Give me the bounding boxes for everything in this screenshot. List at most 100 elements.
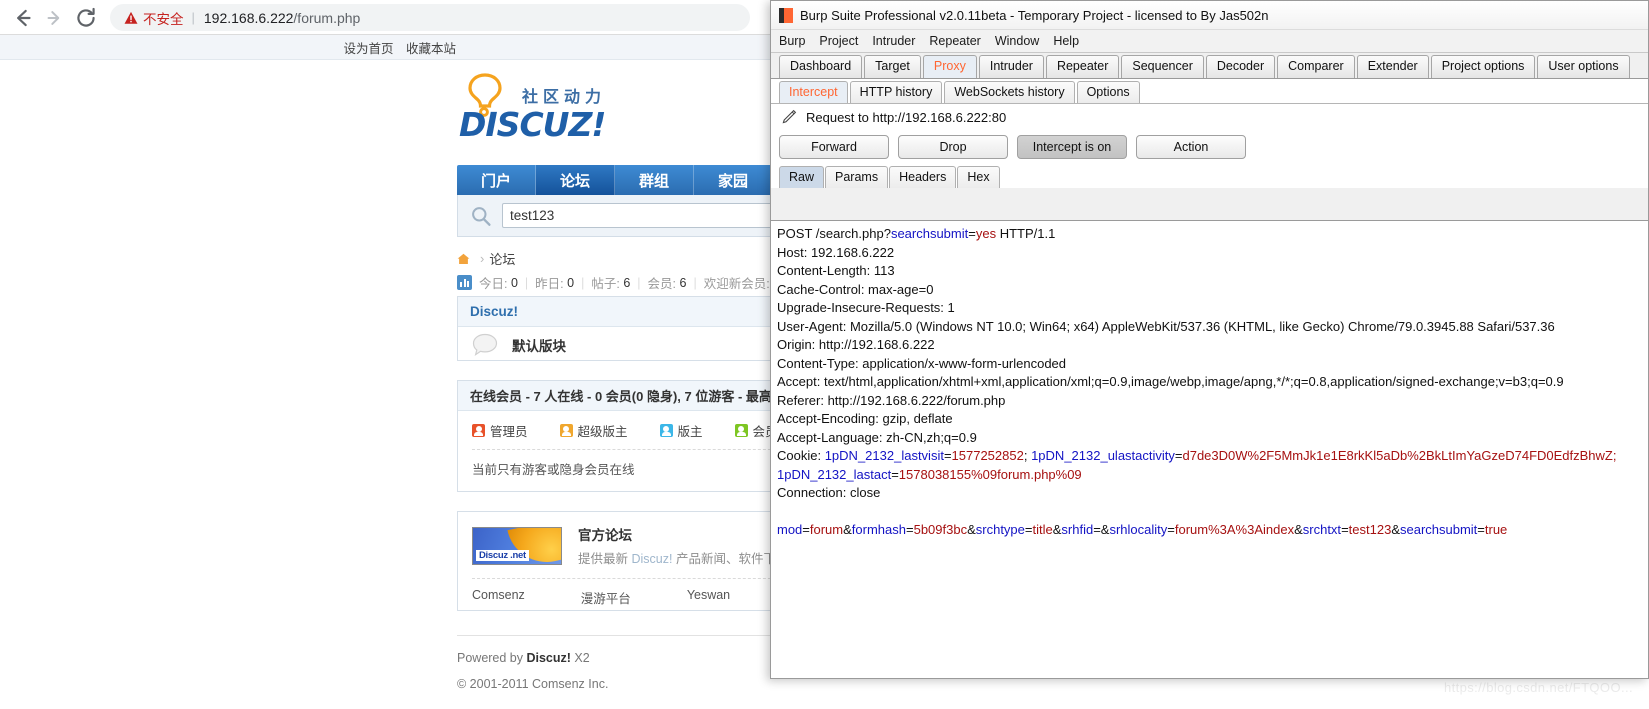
stats-yesterday-value: 0	[567, 275, 575, 290]
request-line: Cache-Control: max-age=0	[777, 281, 934, 297]
burp-menu-bar: Burp Project Intruder Repeater Window He…	[771, 30, 1648, 53]
tab-http-history[interactable]: HTTP history	[849, 81, 943, 103]
pencil-icon	[782, 109, 797, 124]
powered-version: X2	[570, 651, 590, 665]
request-line: Connection: close	[777, 485, 881, 500]
breadcrumb: › 论坛	[457, 249, 515, 268]
request-line: Accept-Encoding: gzip, deflate	[777, 411, 953, 426]
nav-item-forum[interactable]: 论坛	[536, 165, 616, 195]
burp-main-tabs: Dashboard Target Proxy Intruder Repeater…	[771, 53, 1648, 79]
badge-caption: Discuz .net	[476, 549, 529, 561]
stats-chart-icon	[457, 275, 472, 290]
request-line: Cookie: 1pDN_2132_lastvisit=1577252852; …	[777, 448, 1617, 463]
breadcrumb-current[interactable]: 论坛	[489, 249, 515, 268]
nav-item-home[interactable]: 家园	[694, 165, 774, 195]
intercept-button-row: Forward Drop Intercept is on Action	[771, 130, 1648, 164]
request-line: Accept: text/html,application/xhtml+xml,…	[777, 374, 1564, 389]
menu-intruder[interactable]: Intruder	[872, 34, 915, 48]
raw-request-editor[interactable]: POST /search.php?searchsubmit=yes HTTP/1…	[771, 220, 1648, 678]
tab-dashboard[interactable]: Dashboard	[779, 55, 863, 78]
nav-item-portal[interactable]: 门户	[457, 165, 537, 195]
stats-members-label: 会员:	[647, 277, 676, 291]
official-forum-title[interactable]: 官方论坛	[578, 528, 632, 543]
address-bar[interactable]: 不安全 | 192.168.6.222/forum.php	[110, 4, 750, 31]
request-target-label: Request to http://192.168.6.222:80	[806, 109, 1007, 125]
tab-extender[interactable]: Extender	[1356, 55, 1429, 78]
tab-websockets-history[interactable]: WebSockets history	[944, 81, 1075, 103]
tab-proxy-options[interactable]: Options	[1076, 81, 1140, 103]
site-topbar-links: 设为首页 收藏本站	[334, 38, 456, 57]
stats-members-value: 6	[679, 275, 687, 290]
intercept-toggle-button[interactable]: Intercept is on	[1017, 135, 1127, 159]
powered-prefix: Powered by	[457, 651, 527, 665]
request-target-row: Request to http://192.168.6.222:80	[771, 104, 1648, 130]
menu-window[interactable]: Window	[995, 34, 1039, 48]
burp-suite-window: Burp Suite Professional v2.0.11beta - Te…	[770, 0, 1649, 679]
forward-button[interactable]	[42, 5, 68, 31]
forward-arrow-icon	[47, 11, 60, 25]
partner-link-comsenz[interactable]: Comsenz	[472, 588, 525, 607]
stats-today-value: 0	[510, 275, 518, 290]
forum-stats: 今日: 0 | 昨日: 0 | 帖子: 6 | 会员: 6 | 欢迎新会员: g…	[457, 273, 803, 292]
message-view-tabs: Raw Params Headers Hex	[771, 164, 1648, 188]
set-homepage-link[interactable]: 设为首页	[343, 42, 393, 56]
tab-hex[interactable]: Hex	[957, 166, 1000, 188]
tab-proxy[interactable]: Proxy	[922, 55, 977, 78]
tab-intercept[interactable]: Intercept	[779, 81, 848, 103]
burp-title-bar[interactable]: Burp Suite Professional v2.0.11beta - Te…	[771, 1, 1648, 30]
url-text: 192.168.6.222/forum.php	[204, 10, 360, 26]
burp-title-text: Burp Suite Professional v2.0.11beta - Te…	[800, 7, 1269, 23]
stats-sep-1: |	[524, 275, 529, 290]
search-icon[interactable]	[470, 205, 492, 227]
tab-intruder[interactable]: Intruder	[978, 55, 1044, 78]
partner-link-yeswan[interactable]: Yeswan	[687, 588, 730, 607]
discuz-net-badge-icon[interactable]: Discuz .net	[472, 526, 562, 565]
action-button[interactable]: Action	[1136, 135, 1246, 159]
menu-burp[interactable]: Burp	[779, 34, 805, 48]
copyright-text: © 2001-2011 Comsenz Inc.	[457, 677, 609, 691]
tab-params[interactable]: Params	[825, 166, 889, 188]
site-wordmark: DISCUZ!	[459, 105, 606, 144]
request-line: Upgrade-Insecure-Requests: 1	[777, 300, 955, 315]
breadcrumb-sep: ›	[480, 251, 485, 266]
menu-help[interactable]: Help	[1053, 34, 1079, 48]
tab-project-options[interactable]: Project options	[1430, 55, 1536, 78]
drop-request-button[interactable]: Drop	[898, 135, 1008, 159]
watermark-text: https://blog.csdn.net/FTQOO...	[1443, 680, 1633, 695]
request-line: Host: 192.168.6.222	[777, 244, 895, 260]
tab-raw[interactable]: Raw	[779, 166, 825, 188]
menu-repeater[interactable]: Repeater	[929, 34, 980, 48]
request-line: User-Agent: Mozilla/5.0 (Windows NT 10.0…	[777, 318, 1555, 334]
menu-project[interactable]: Project	[819, 34, 858, 48]
request-line: Content-Length: 113	[777, 263, 895, 278]
request-line: Origin: http://192.168.6.222	[777, 337, 935, 352]
forward-request-button[interactable]: Forward	[779, 135, 889, 159]
tab-repeater[interactable]: Repeater	[1045, 55, 1120, 78]
omnibox-divider: |	[191, 10, 195, 25]
tab-comparer[interactable]: Comparer	[1277, 55, 1355, 78]
home-icon[interactable]	[457, 253, 470, 265]
super-mod-badge-icon	[559, 423, 573, 437]
nav-item-group[interactable]: 群组	[615, 165, 695, 195]
desc-prefix: 提供最新	[578, 552, 632, 566]
url-host: 192.168.6.222	[203, 9, 294, 26]
partner-link-manyou[interactable]: 漫游平台	[581, 588, 631, 607]
powered-brand: Discuz!	[526, 651, 571, 665]
reload-button[interactable]	[73, 5, 99, 31]
tab-sequencer[interactable]: Sequencer	[1121, 55, 1204, 78]
request-line: Content-Type: application/x-www-form-url…	[777, 355, 1067, 371]
tab-target[interactable]: Target	[864, 55, 921, 78]
legend-admin-label: 管理员	[490, 424, 528, 439]
board-name-link[interactable]: 默认版块	[512, 335, 566, 355]
member-badge-icon	[734, 423, 748, 437]
request-line: Referer: http://192.168.6.222/forum.php	[777, 392, 1006, 408]
tab-decoder[interactable]: Decoder	[1205, 55, 1276, 78]
tab-headers[interactable]: Headers	[889, 166, 957, 188]
mod-badge-icon	[659, 423, 673, 437]
back-button[interactable]	[10, 5, 36, 31]
tab-user-options[interactable]: User options	[1537, 55, 1630, 78]
legend-mod: 版主	[659, 421, 703, 440]
bookmark-site-link[interactable]: 收藏本站	[406, 42, 456, 56]
stats-welcome-label: 欢迎新会员:	[703, 277, 770, 291]
